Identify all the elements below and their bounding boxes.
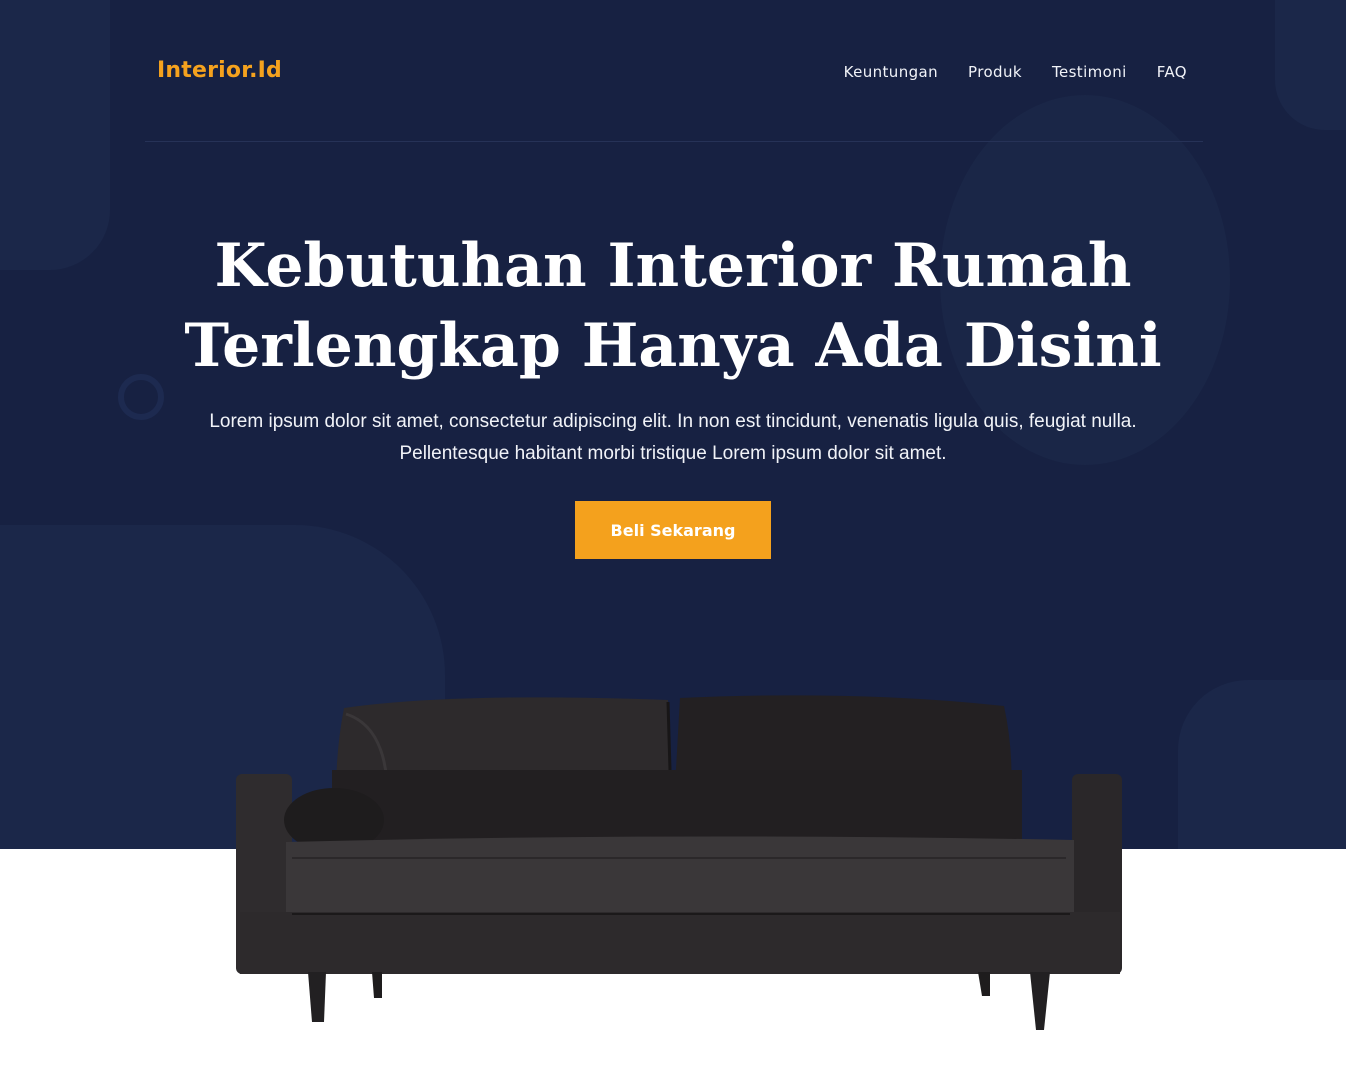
hero-headline: Kebutuhan Interior Rumah Terlengkap Hany… (0, 226, 1346, 386)
nav-link-produk[interactable]: Produk (968, 63, 1022, 81)
sofa-image (236, 695, 1122, 1030)
decor-shape-bottom-right (1178, 680, 1346, 849)
logo[interactable]: Interior.Id (157, 58, 282, 83)
hero-subtitle-line-2: Pellentesque habitant morbi tristique Lo… (399, 443, 947, 464)
hero-subtitle-line-1: Lorem ipsum dolor sit amet, consectetur … (209, 411, 1137, 432)
nav-link-keuntungan[interactable]: Keuntungan (844, 63, 938, 81)
hero-subtitle: Lorem ipsum dolor sit amet, consectetur … (0, 406, 1346, 470)
navbar: Interior.Id Keuntungan Produk Testimoni … (145, 0, 1203, 142)
hero-headline-line-2: Terlengkap Hanya Ada Disini (184, 311, 1162, 381)
buy-now-button[interactable]: Beli Sekarang (575, 501, 771, 559)
nav-link-faq[interactable]: FAQ (1157, 63, 1187, 81)
nav-link-testimoni[interactable]: Testimoni (1052, 63, 1127, 81)
nav-menu: Keuntungan Produk Testimoni FAQ (844, 63, 1187, 81)
decor-shape-top-right (1275, 0, 1346, 130)
hero-headline-line-1: Kebutuhan Interior Rumah (214, 231, 1132, 301)
